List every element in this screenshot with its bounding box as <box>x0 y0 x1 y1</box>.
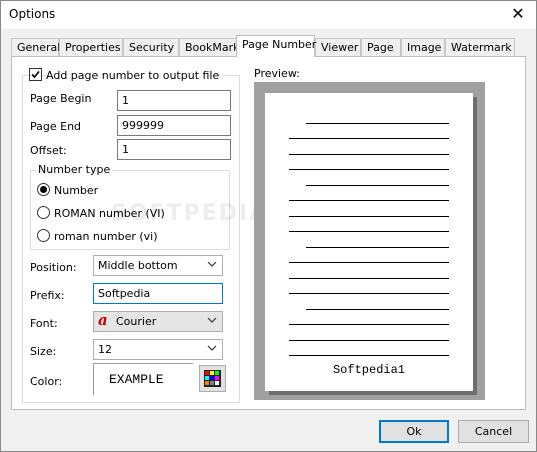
position-label: Position: <box>30 261 77 274</box>
window-title: Options <box>9 7 56 21</box>
offset-label: Offset: <box>30 144 67 157</box>
color-palette-icon <box>204 370 221 387</box>
preview-text-line <box>289 200 449 201</box>
chevron-down-icon <box>207 317 217 323</box>
preview-text-line <box>306 309 449 310</box>
preview-text-line <box>306 185 449 186</box>
chevron-down-icon <box>207 345 217 351</box>
font-select[interactable]: a Courier <box>93 311 223 332</box>
preview-text-line <box>306 247 449 248</box>
tab-viewer[interactable]: Viewer <box>315 38 361 56</box>
add-page-number-label: Add page number to output file <box>46 69 223 82</box>
chevron-down-icon <box>207 261 217 267</box>
preview-text-line <box>289 324 449 325</box>
preview-text-line <box>289 278 449 279</box>
preview-page: Softpedia1 <box>265 93 473 391</box>
add-page-number-checkbox[interactable] <box>29 68 42 81</box>
checkmark-icon <box>31 70 40 79</box>
page-begin-label: Page Begin <box>30 92 92 105</box>
radio-roman-lower[interactable] <box>37 229 50 242</box>
tab-general[interactable]: General <box>11 38 60 56</box>
size-value: 12 <box>98 343 112 356</box>
radio-roman-lower-label: roman number (vi) <box>54 230 158 243</box>
tab-image[interactable]: Image <box>401 38 445 56</box>
preview-text-line <box>289 154 449 155</box>
preview-text-line <box>289 262 449 263</box>
position-value: Middle bottom <box>98 259 178 272</box>
preview-text-line <box>289 169 449 170</box>
tab-security[interactable]: Security <box>123 38 179 56</box>
color-sample-box: EXAMPLE <box>93 363 193 395</box>
radio-number[interactable] <box>37 183 50 196</box>
close-icon[interactable]: ✕ <box>500 1 536 29</box>
preview-text-line <box>306 123 449 124</box>
radio-selected-dot <box>40 186 47 193</box>
size-select[interactable]: 12 <box>93 339 223 360</box>
preview-text-line <box>289 293 449 294</box>
prefix-field[interactable]: Softpedia <box>93 283 223 304</box>
number-type-label: Number type <box>36 163 113 176</box>
preview-text-line <box>289 340 449 341</box>
tab-properties[interactable]: Properties <box>59 38 123 56</box>
preview-text-line <box>289 216 449 217</box>
color-label: Color: <box>30 375 63 388</box>
size-label: Size: <box>30 345 57 358</box>
position-select[interactable]: Middle bottom <box>93 255 223 276</box>
preview-text-line <box>289 355 449 356</box>
preview-page-number: Softpedia1 <box>332 363 405 377</box>
page-end-label: Page End <box>30 120 82 133</box>
offset-field[interactable]: 1 <box>117 139 231 160</box>
radio-roman-upper[interactable] <box>37 206 50 219</box>
cancel-button[interactable]: Cancel <box>458 420 529 443</box>
tab-bookmark[interactable]: BookMark <box>179 38 240 56</box>
preview-text-line <box>289 231 449 232</box>
ok-button[interactable]: Ok <box>379 420 449 443</box>
softpedia-watermark: SOFTPEDIA <box>111 201 269 226</box>
font-label: Font: <box>30 317 58 330</box>
page-begin-field[interactable]: 1 <box>117 90 231 111</box>
prefix-label: Prefix: <box>30 289 65 302</box>
tab-watermark[interactable]: Watermark <box>445 38 515 56</box>
title-bar: Options ✕ <box>1 1 536 29</box>
preview-label: Preview: <box>254 67 300 80</box>
font-icon: a <box>98 311 108 329</box>
options-dialog: Options ✕ General Properties Security Bo… <box>0 0 537 452</box>
font-value: Courier <box>116 315 157 328</box>
tab-page-number[interactable]: Page Number <box>236 35 316 57</box>
page-end-field[interactable]: 999999 <box>117 115 231 136</box>
tab-page[interactable]: Page <box>361 38 401 56</box>
color-sample-text: EXAMPLE <box>109 372 164 387</box>
radio-number-label: Number <box>54 184 99 197</box>
preview-text-line <box>289 138 449 139</box>
color-picker-button[interactable] <box>199 365 226 392</box>
